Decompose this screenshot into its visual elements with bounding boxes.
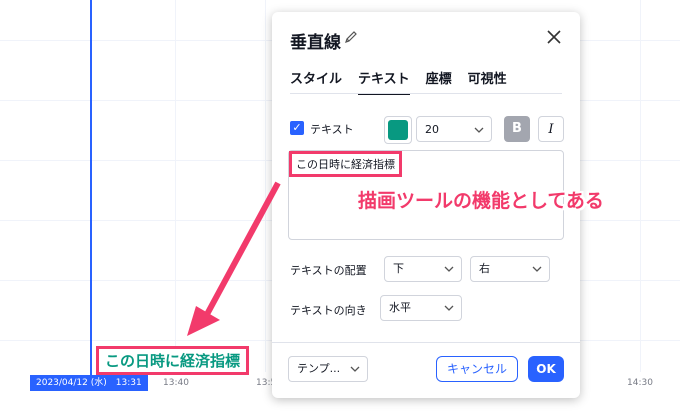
vertical-line-text-label[interactable]: この日時に経済指標 <box>96 346 250 375</box>
vertical-line-drawing[interactable] <box>90 0 92 378</box>
template-dropdown[interactable]: テンプ... <box>288 356 368 382</box>
horizontal-placement-value: 右 <box>479 262 490 275</box>
chevron-down-icon <box>532 257 542 291</box>
grid-line <box>265 0 266 372</box>
grid-line <box>175 0 176 372</box>
tab-divider <box>290 93 562 94</box>
text-checkbox-label: テキスト <box>310 123 354 136</box>
tab-text[interactable]: テキスト <box>358 68 410 95</box>
text-style-row: ✓ テキスト 20 B I <box>290 116 570 144</box>
crosshair-date-badge: 2023/04/12 (水) 13:31 <box>30 375 148 391</box>
template-label: テンプ... <box>297 362 341 375</box>
tab-coordinates[interactable]: 座標 <box>426 68 452 95</box>
time-tick: 13:40 <box>163 378 189 388</box>
horizontal-placement-select[interactable]: 右 <box>470 256 550 282</box>
bold-toggle[interactable]: B <box>504 116 530 142</box>
color-swatch-fill <box>388 120 408 140</box>
chevron-down-icon <box>350 357 360 391</box>
chevron-down-icon <box>444 257 454 291</box>
font-size-select[interactable]: 20 <box>416 116 492 142</box>
tab-style[interactable]: スタイル <box>290 68 342 95</box>
vertical-placement-select[interactable]: 下 <box>384 256 462 282</box>
dialog-title: 垂直線 <box>290 33 341 53</box>
annotation-text: 描画ツールの機能としてある <box>358 190 604 212</box>
font-size-value: 20 <box>425 123 439 136</box>
orientation-select[interactable]: 水平 <box>380 295 462 321</box>
chevron-down-icon <box>474 117 484 154</box>
close-icon[interactable] <box>546 26 562 50</box>
tab-visibility[interactable]: 可視性 <box>468 68 507 95</box>
italic-toggle[interactable]: I <box>538 116 564 142</box>
cancel-button[interactable]: キャンセル <box>436 356 518 382</box>
dialog-tabs: スタイル テキスト 座標 可視性 <box>290 68 523 95</box>
time-tick: 14:30 <box>627 378 653 388</box>
text-color-picker[interactable] <box>384 116 412 144</box>
text-input-value: この日時に経済指標 <box>289 151 402 177</box>
footer-divider <box>272 342 580 343</box>
ok-button[interactable]: OK <box>528 356 564 382</box>
orientation-value: 水平 <box>389 301 411 314</box>
vertical-placement-value: 下 <box>393 262 404 275</box>
orientation-label: テキストの向き <box>290 304 367 317</box>
grid-line <box>640 0 641 372</box>
chevron-down-icon <box>444 296 454 330</box>
pencil-icon[interactable] <box>344 30 358 48</box>
text-checkbox[interactable]: ✓ <box>290 121 304 135</box>
placement-label: テキストの配置 <box>290 264 367 277</box>
